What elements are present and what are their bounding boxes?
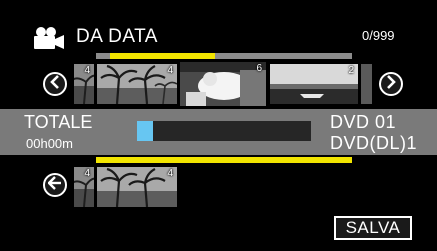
previous-button[interactable] — [43, 72, 67, 96]
page-title: DA DATA — [76, 26, 158, 47]
thumbnail[interactable]: 4 — [97, 64, 177, 104]
thumbnail[interactable]: 4 — [74, 64, 94, 104]
chevron-right-icon — [385, 74, 397, 94]
thumbnail-number: 4 — [84, 65, 90, 76]
screen: DA DATA 0/999 4 4 6 2 TOTALE 00h00m DVD … — [0, 0, 437, 251]
thumbnail-number: 4 — [84, 168, 90, 179]
selection-bar — [96, 157, 352, 163]
thumbnail-number: 4 — [167, 65, 173, 76]
disc-type: DVD 01 — [330, 112, 397, 132]
arrow-left-icon — [47, 175, 62, 195]
thumbnail-number: 2 — [348, 65, 354, 76]
timeline-position — [110, 53, 215, 59]
thumbnail[interactable] — [361, 64, 372, 104]
capacity-fill — [137, 121, 153, 141]
thumbnail-number: 4 — [167, 168, 173, 179]
selected-thumbnail[interactable]: 4 — [97, 167, 177, 207]
save-button[interactable]: SALVA — [334, 216, 412, 240]
back-button[interactable] — [43, 173, 67, 197]
thumbnail[interactable]: 2 — [270, 64, 358, 104]
capacity-track — [137, 121, 311, 141]
selection-counter: 0/999 — [362, 28, 395, 43]
thumbnail-selected[interactable]: 6 — [180, 62, 266, 106]
next-button[interactable] — [379, 72, 403, 96]
disc-format: DVD(DL)1 — [330, 133, 418, 153]
chevron-left-icon — [49, 74, 61, 94]
thumbnail-number: 6 — [256, 63, 262, 74]
total-label: TOTALE — [24, 112, 93, 132]
selected-thumbnail[interactable]: 4 — [74, 167, 94, 207]
movie-camera-icon — [32, 26, 66, 55]
total-time: 00h00m — [26, 136, 73, 151]
thumbnail-strip: 4 4 6 2 — [70, 60, 372, 107]
